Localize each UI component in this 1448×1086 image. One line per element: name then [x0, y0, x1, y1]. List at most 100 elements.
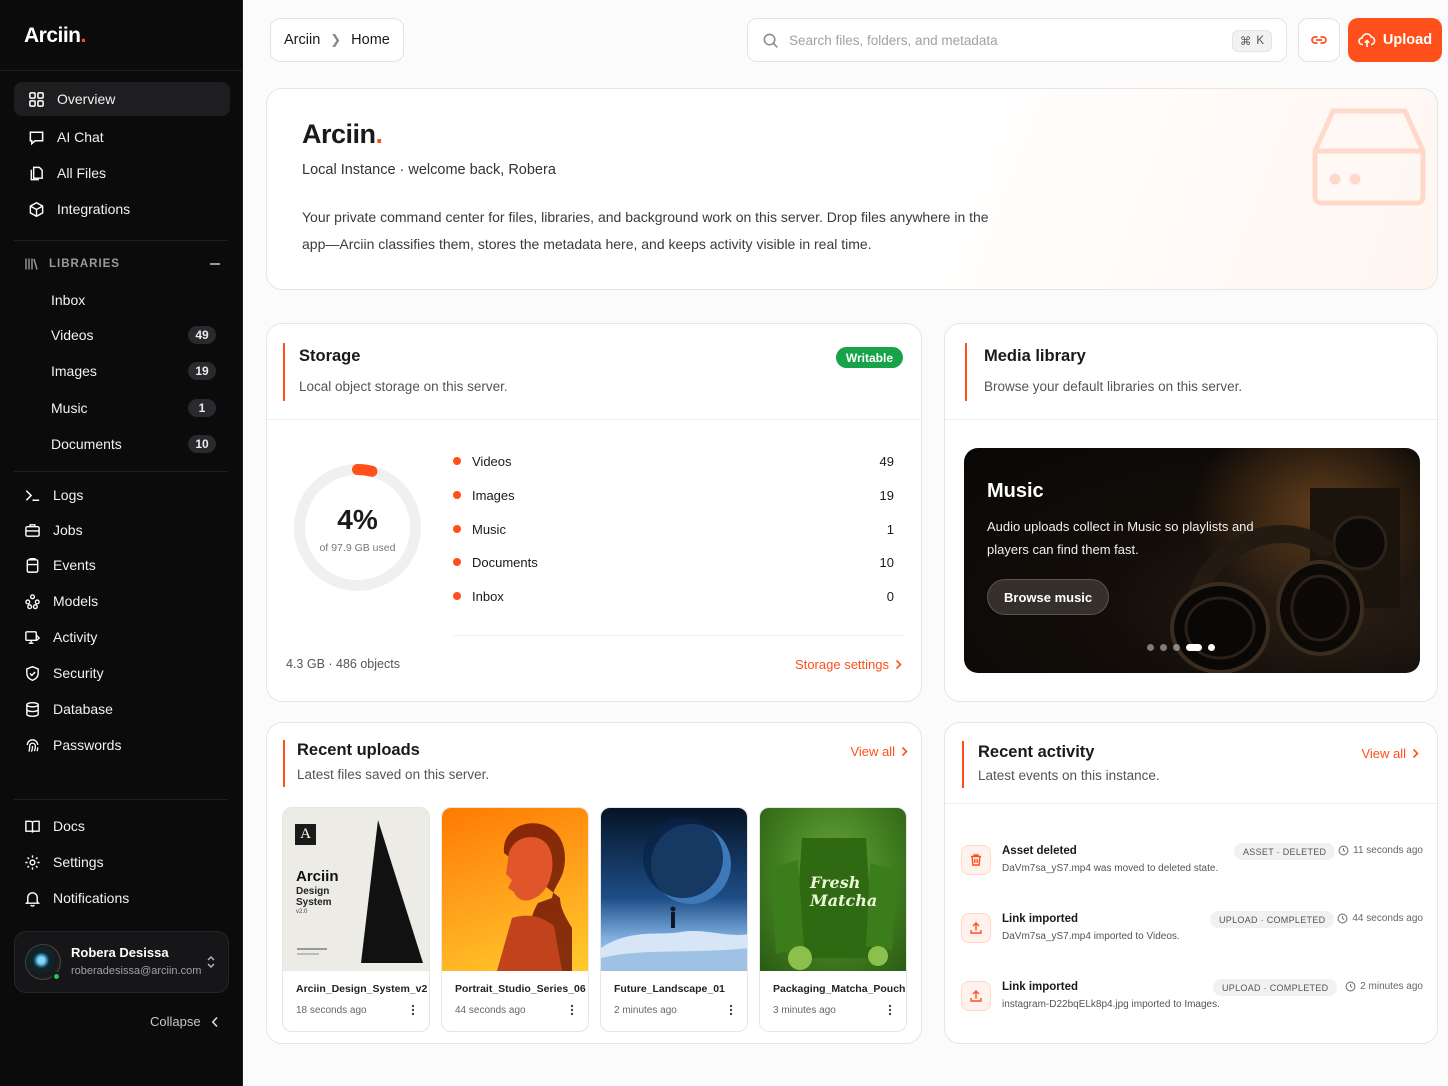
file-time: 18 seconds ago	[296, 1005, 367, 1016]
library-label: Images	[51, 363, 97, 379]
nav-settings[interactable]: Settings	[14, 845, 230, 879]
legend-dot	[453, 558, 461, 566]
library-music[interactable]: Music 1	[14, 391, 230, 425]
activity-time-label: 2 minutes ago	[1360, 981, 1423, 992]
activity-time: 2 minutes ago	[1345, 981, 1423, 992]
legend-row[interactable]: Videos 49	[453, 451, 894, 471]
briefcase-icon	[25, 523, 40, 537]
shortcut-key: K	[1256, 35, 1264, 47]
library-images[interactable]: Images 19	[14, 354, 230, 388]
nav-models[interactable]: Models	[14, 584, 230, 618]
libraries-header-label: LIBRARIES	[49, 258, 120, 270]
nav-events[interactable]: Events	[14, 548, 230, 582]
legend-value: 49	[879, 453, 894, 469]
nav-overview[interactable]: Overview	[14, 82, 230, 116]
collapse-libraries-icon[interactable]	[210, 263, 220, 265]
user-card[interactable]: Robera Desissa roberadesissa@arciin.com	[14, 931, 229, 993]
count-badge: 19	[188, 362, 216, 380]
recent-uploads-card: Recent uploads Latest files saved on thi…	[266, 722, 922, 1044]
nav-jobs[interactable]: Jobs	[14, 513, 230, 547]
collapse-sidebar-button[interactable]: Collapse	[150, 1014, 219, 1029]
legend-row[interactable]: Inbox 0	[453, 586, 894, 606]
nav-integrations[interactable]: Integrations	[14, 192, 230, 226]
media-title: Media library	[984, 347, 1086, 365]
activity-row[interactable]: Asset deleted DaVm7sa_yS7.mp4 was moved …	[961, 843, 1423, 889]
activity-title: Recent activity	[978, 743, 1095, 761]
legend-dot	[453, 491, 461, 499]
legend-value: 0	[886, 588, 894, 604]
nav-activity[interactable]: Activity	[14, 620, 230, 654]
upload-item[interactable]: A Arciin Design System v2.0 Arciin_Desig…	[282, 807, 430, 1032]
legend-row[interactable]: Documents 10	[453, 552, 894, 572]
upload-item[interactable]: Portrait_Studio_Series_06 44 seconds ago	[441, 807, 589, 1032]
chevron-left-icon	[211, 1016, 218, 1027]
upload-button[interactable]: Upload	[1348, 18, 1442, 62]
activity-tag: UPLOAD · COMPLETED	[1210, 911, 1335, 928]
nav-all-files[interactable]: All Files	[14, 156, 230, 190]
upload-item[interactable]: Fresh Matcha Packaging_Matcha_Pouch 3 mi…	[759, 807, 907, 1032]
legend-value: 19	[879, 487, 894, 503]
clock-icon	[1338, 845, 1349, 856]
sidebar-divider	[0, 70, 242, 71]
nav-ai-chat[interactable]: AI Chat	[14, 120, 230, 154]
nav-database[interactable]: Database	[14, 692, 230, 726]
nav-notifications[interactable]: Notifications	[14, 881, 230, 915]
design-system-thumbnail: A Arciin Design System v2.0	[283, 808, 429, 971]
activity-icon	[25, 630, 41, 644]
file-name: Arciin_Design_System_v2	[296, 983, 428, 995]
cloud-upload-icon	[1358, 33, 1376, 47]
upload-item[interactable]: Future_Landscape_01 2 minutes ago	[600, 807, 748, 1032]
activity-subtitle: Latest events on this instance.	[978, 768, 1160, 783]
library-documents[interactable]: Documents 10	[14, 427, 230, 461]
nav-label: Overview	[57, 91, 116, 107]
search-bar[interactable]: ⌘K	[747, 18, 1287, 62]
nav-security[interactable]: Security	[14, 656, 230, 690]
activity-view-all-link[interactable]: View all	[1361, 746, 1419, 761]
more-options-icon[interactable]	[729, 1004, 733, 1016]
nav-label: Models	[53, 593, 99, 609]
carousel-dot[interactable]	[1147, 644, 1154, 651]
nav-passwords[interactable]: Passwords	[14, 728, 230, 762]
carousel-dot[interactable]	[1186, 644, 1202, 651]
clipboard-icon	[26, 557, 39, 573]
brand-logo[interactable]: Arciin.	[24, 24, 86, 48]
activity-title: Asset deleted	[1002, 845, 1077, 857]
browse-music-button[interactable]: Browse music	[987, 579, 1110, 615]
copy-link-button[interactable]	[1298, 18, 1340, 62]
uploads-view-all-link[interactable]: View all	[850, 744, 908, 759]
storage-settings-link[interactable]: Storage settings	[795, 657, 902, 672]
legend-row[interactable]: Images 19	[453, 485, 894, 505]
legend-label: Inbox	[472, 588, 504, 604]
chevron-right-icon: ❯	[330, 32, 342, 47]
carousel-dot[interactable]	[1208, 644, 1215, 651]
search-icon	[763, 33, 778, 48]
library-inbox[interactable]: Inbox	[14, 283, 230, 317]
legend-label: Images	[472, 487, 515, 503]
carousel-dot[interactable]	[1173, 644, 1180, 651]
activity-title: Link imported	[1002, 981, 1079, 993]
pouch-text-line: Matcha	[810, 891, 878, 910]
activity-row[interactable]: Link imported DaVm7sa_yS7.mp4 imported t…	[961, 911, 1423, 957]
nav-label: All Files	[57, 165, 107, 181]
legend-row[interactable]: Music 1	[453, 519, 894, 539]
online-status-dot	[52, 972, 61, 981]
activity-time-label: 44 seconds ago	[1352, 913, 1423, 924]
count-badge: 49	[188, 326, 216, 344]
music-carousel-slide[interactable]: Music Audio uploads collect in Music so …	[964, 448, 1420, 673]
breadcrumb-root[interactable]: Arciin	[284, 32, 320, 48]
nav-logs[interactable]: Logs	[14, 478, 230, 512]
black-triangle-shape	[297, 820, 423, 963]
library-videos[interactable]: Videos 49	[14, 318, 230, 352]
more-options-icon[interactable]	[888, 1004, 892, 1016]
libraries-header[interactable]: LIBRARIES	[24, 254, 220, 274]
book-icon	[25, 820, 40, 833]
activity-row[interactable]: Link imported instagram-D22bqELk8p4.jpg …	[961, 979, 1423, 1025]
more-options-icon[interactable]	[411, 1004, 415, 1016]
carousel-dot[interactable]	[1160, 644, 1167, 651]
more-options-icon[interactable]	[570, 1004, 574, 1016]
search-input[interactable]	[789, 32, 1219, 48]
database-icon	[26, 701, 39, 717]
media-library-card: Media library Browse your default librar…	[944, 323, 1438, 702]
nav-docs[interactable]: Docs	[14, 809, 230, 843]
chevron-right-icon	[895, 659, 902, 670]
